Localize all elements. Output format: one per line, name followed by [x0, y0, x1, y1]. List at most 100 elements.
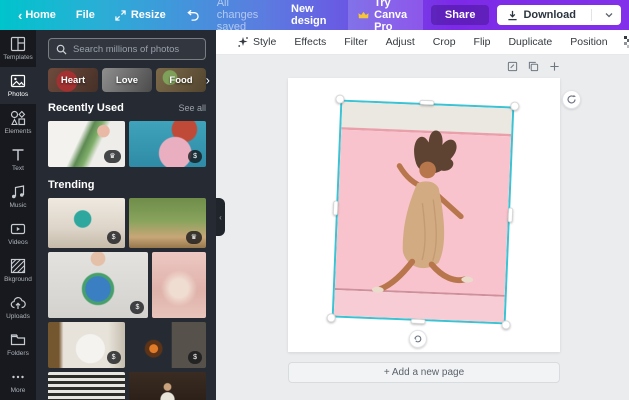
- photo-thumbnail[interactable]: $: [48, 198, 125, 248]
- sidebar-rail: Templates Photos Elements Text Music Vid…: [0, 30, 36, 400]
- photos-icon: [10, 73, 26, 89]
- duplicate-label: Duplicate: [508, 36, 553, 48]
- duplicate-page-button[interactable]: [528, 61, 539, 72]
- trending-row: [48, 372, 206, 400]
- trending-header: Trending: [48, 179, 206, 191]
- sidebar-item-elements[interactable]: Elements: [0, 104, 36, 141]
- paid-badge: $: [188, 351, 202, 364]
- resize-handle-sw[interactable]: [326, 313, 336, 323]
- photo-thumbnail[interactable]: [152, 252, 206, 318]
- chip-heart[interactable]: Heart: [48, 68, 98, 92]
- add-new-page-button[interactable]: + Add a new page: [288, 362, 560, 383]
- refresh-button[interactable]: [562, 90, 581, 109]
- photo-thumbnail[interactable]: [128, 372, 206, 400]
- adjust-button[interactable]: Adjust: [377, 36, 424, 48]
- effects-label: Effects: [294, 36, 327, 48]
- rotate-handle[interactable]: [408, 329, 428, 349]
- sidebar-item-label: Music: [9, 202, 27, 209]
- transparency-button[interactable]: [617, 36, 629, 48]
- selected-image[interactable]: [326, 94, 520, 349]
- crop-label: Crop: [432, 36, 456, 48]
- see-all-link[interactable]: See all: [178, 103, 206, 113]
- duplicate-button[interactable]: Duplicate: [499, 36, 561, 48]
- add-page-icon-button[interactable]: [549, 61, 560, 72]
- photo-thumbnail[interactable]: ♛: [128, 198, 206, 248]
- more-icon: [10, 369, 26, 385]
- resize-handle-se[interactable]: [501, 320, 511, 330]
- flip-label: Flip: [473, 36, 491, 48]
- trending-row: $ $: [48, 322, 206, 368]
- file-label: File: [75, 9, 95, 21]
- sidebar-item-more[interactable]: More: [0, 363, 36, 400]
- try-canva-pro-button[interactable]: Try Canva Pro: [348, 0, 423, 37]
- photo-thumbnail[interactable]: $: [48, 322, 125, 368]
- new-design-button[interactable]: New design: [279, 3, 340, 27]
- photo-thumbnail[interactable]: [48, 372, 125, 400]
- chip-love[interactable]: Love: [102, 68, 152, 92]
- photo-thumbnail[interactable]: $: [128, 322, 206, 368]
- home-button[interactable]: ‹ Home: [8, 8, 66, 23]
- share-button[interactable]: Share: [430, 5, 490, 25]
- collapse-chevron-icon: ‹: [219, 212, 222, 222]
- sidebar-item-label: Templates: [3, 54, 33, 61]
- trending-row: $ ♛: [48, 198, 206, 248]
- undo-icon: [186, 9, 199, 21]
- filter-label: Filter: [344, 36, 368, 48]
- sidebar-item-videos[interactable]: Videos: [0, 215, 36, 252]
- paid-badge: $: [130, 301, 145, 314]
- resize-button[interactable]: Resize: [105, 9, 176, 21]
- paid-badge: $: [188, 150, 202, 163]
- chip-label: Love: [115, 74, 139, 86]
- resize-handle-right[interactable]: [507, 207, 514, 223]
- file-menu[interactable]: File: [66, 9, 105, 21]
- recently-used-row: ♛ $: [48, 121, 206, 167]
- sidebar-item-label: Text: [12, 165, 24, 172]
- photo-thumbnail[interactable]: $: [128, 121, 206, 167]
- filter-button[interactable]: Filter: [335, 36, 376, 48]
- category-chips: Heart Love Food ›: [48, 68, 210, 92]
- photo-thumbnail[interactable]: $: [48, 252, 149, 318]
- search-bar[interactable]: [48, 38, 206, 60]
- download-divider: [591, 9, 592, 21]
- photo-thumbnail[interactable]: ♛: [48, 121, 125, 167]
- elements-icon: [10, 110, 26, 126]
- search-input[interactable]: [73, 43, 198, 55]
- sidebar-item-background[interactable]: Bkground: [0, 252, 36, 289]
- resize-handle-ne[interactable]: [510, 101, 520, 111]
- resize-handle-bottom[interactable]: [410, 318, 426, 325]
- sidebar-item-photos[interactable]: Photos: [0, 67, 36, 104]
- trending-title: Trending: [48, 179, 95, 191]
- paid-badge: $: [106, 351, 121, 364]
- recently-used-title: Recently Used: [48, 102, 124, 114]
- resize-handle-top[interactable]: [419, 99, 435, 106]
- flip-button[interactable]: Flip: [465, 36, 500, 48]
- photos-panel: Heart Love Food › Recently Used See all …: [36, 30, 216, 400]
- recently-used-header: Recently Used See all: [48, 102, 206, 114]
- trending-row: $: [48, 252, 206, 318]
- position-button[interactable]: Position: [561, 36, 616, 48]
- sidebar-item-uploads[interactable]: Uploads: [0, 289, 36, 326]
- chip-label: Heart: [60, 74, 86, 86]
- add-notes-button[interactable]: [507, 61, 518, 72]
- sidebar-item-folders[interactable]: Folders: [0, 326, 36, 363]
- music-icon: [10, 184, 26, 200]
- effects-button[interactable]: Effects: [285, 36, 335, 48]
- sidebar-item-templates[interactable]: Templates: [0, 30, 36, 67]
- sidebar-item-music[interactable]: Music: [0, 178, 36, 215]
- background-icon: [10, 258, 26, 274]
- download-label: Download: [523, 9, 576, 21]
- undo-button[interactable]: [176, 9, 209, 21]
- design-page[interactable]: [288, 78, 560, 352]
- download-button[interactable]: Download: [497, 5, 621, 25]
- panel-collapse-button[interactable]: ‹: [216, 198, 225, 236]
- resize-handle-left[interactable]: [332, 200, 339, 216]
- chip-food[interactable]: Food: [156, 68, 206, 92]
- style-button[interactable]: Style: [228, 36, 285, 48]
- sidebar-item-text[interactable]: Text: [0, 141, 36, 178]
- pro-badge: ♛: [185, 231, 202, 244]
- sidebar-item-label: Videos: [8, 239, 28, 246]
- download-options-button[interactable]: [597, 12, 621, 18]
- crop-button[interactable]: Crop: [424, 36, 465, 48]
- chips-next-arrow[interactable]: ›: [206, 73, 210, 88]
- sidebar-item-label: Uploads: [6, 313, 30, 320]
